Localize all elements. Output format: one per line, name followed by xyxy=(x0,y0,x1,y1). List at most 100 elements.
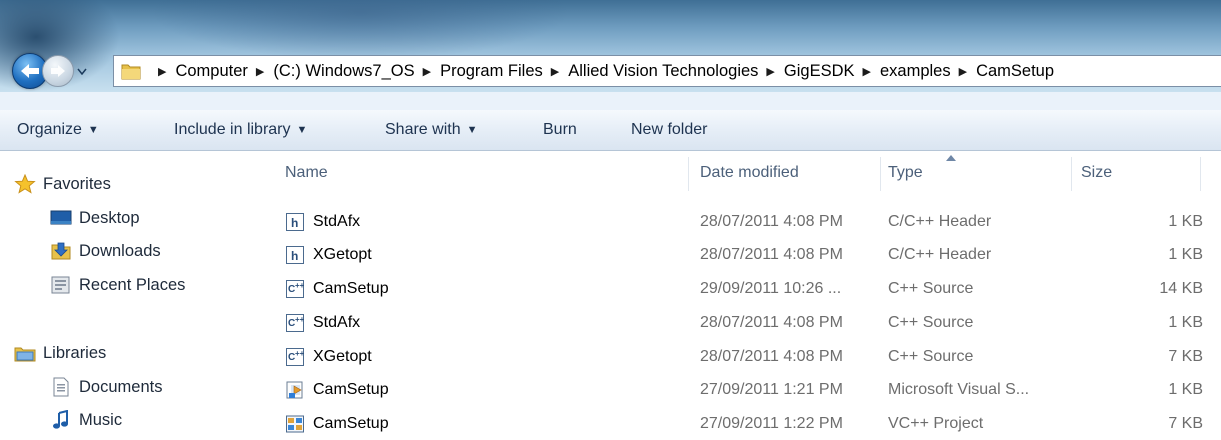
file-size: 1 KB xyxy=(1168,245,1203,263)
file-row[interactable]: C ++ XGetopt 28/07/2011 4:08 PM C++ Sourc… xyxy=(268,340,1221,373)
downloads-folder-icon xyxy=(50,241,72,261)
column-header-name[interactable]: Name xyxy=(285,151,685,195)
nav-downloads-label: Downloads xyxy=(79,241,161,260)
file-row[interactable]: C ++ StdAfx 28/07/2011 4:08 PM C++ Source… xyxy=(268,306,1221,339)
cpp-file-icon: C ++ xyxy=(285,279,305,299)
nav-libraries[interactable]: Libraries xyxy=(14,343,106,363)
file-name-cell: CamSetup xyxy=(285,373,389,406)
file-name-cell: h XGetopt xyxy=(285,238,372,271)
breadcrumb-program-files[interactable]: Program Files xyxy=(440,62,543,81)
file-name: StdAfx xyxy=(313,212,361,230)
file-name: StdAfx xyxy=(313,313,361,331)
breadcrumb-separator-icon[interactable]: ▶ xyxy=(256,65,264,78)
file-date: 28/07/2011 4:08 PM xyxy=(700,347,843,365)
file-name: XGetopt xyxy=(313,245,372,263)
breadcrumb-camsetup[interactable]: CamSetup xyxy=(976,62,1054,81)
breadcrumb-separator-icon[interactable]: ▶ xyxy=(158,65,166,78)
column-header-type[interactable]: Type xyxy=(888,151,1073,195)
nav-documents-label: Documents xyxy=(79,377,163,396)
file-date: 28/07/2011 4:08 PM xyxy=(700,313,843,331)
column-header-size-label: Size xyxy=(1081,164,1113,181)
svg-text:++: ++ xyxy=(295,281,305,290)
file-type: C++ Source xyxy=(888,279,974,297)
breadcrumb-gigesdk[interactable]: GigESDK xyxy=(784,62,855,81)
forward-arrow-icon xyxy=(51,65,65,77)
file-name: CamSetup xyxy=(313,380,389,398)
column-header-size[interactable]: Size xyxy=(1081,151,1201,195)
burn-label: Burn xyxy=(543,121,577,138)
file-name: CamSetup xyxy=(313,414,389,432)
breadcrumb-separator-icon[interactable]: ▶ xyxy=(551,65,559,78)
file-row[interactable]: h XGetopt 28/07/2011 4:08 PM C/C++ Heade… xyxy=(268,238,1221,271)
file-name: CamSetup xyxy=(313,279,389,297)
column-divider[interactable] xyxy=(1071,157,1072,191)
documents-icon xyxy=(50,377,72,397)
file-date: 29/09/2011 10:26 ... xyxy=(700,279,842,297)
address-bar[interactable]: ▶ Computer ▶ (C:) Windows7_OS ▶ Program … xyxy=(113,55,1221,87)
navigation-pane: Favorites Desktop Downloads Recent Place… xyxy=(0,151,268,436)
file-row[interactable]: h StdAfx 28/07/2011 4:08 PM C/C++ Header… xyxy=(268,205,1221,238)
file-row[interactable]: CamSetup 27/09/2011 1:21 PM Microsoft Vi… xyxy=(268,373,1221,406)
folder-icon xyxy=(120,61,142,81)
organize-label: Organize xyxy=(17,121,82,138)
nav-music[interactable]: Music xyxy=(50,409,122,430)
music-note-icon xyxy=(50,409,72,430)
nav-recent-places[interactable]: Recent Places xyxy=(50,275,185,295)
file-type: C++ Source xyxy=(888,313,974,331)
file-type: Microsoft Visual S... xyxy=(888,380,1030,398)
include-in-library-menu[interactable]: Include in library ▼ xyxy=(174,121,307,139)
forward-button[interactable] xyxy=(42,55,74,87)
file-name: XGetopt xyxy=(313,347,372,365)
nav-documents[interactable]: Documents xyxy=(50,377,162,397)
cpp-file-icon: C ++ xyxy=(285,347,305,367)
file-type: C/C++ Header xyxy=(888,212,992,230)
nav-favorites[interactable]: Favorites xyxy=(14,173,111,194)
organize-menu[interactable]: Organize ▼ xyxy=(17,121,99,139)
breadcrumb-computer[interactable]: Computer xyxy=(175,62,247,81)
chevron-down-icon xyxy=(77,68,87,75)
column-divider[interactable] xyxy=(1200,157,1201,191)
file-size: 14 KB xyxy=(1159,279,1203,297)
file-row[interactable]: CamSetup 27/09/2011 1:22 PM VC++ Project… xyxy=(268,407,1221,440)
breadcrumb-separator-icon[interactable]: ▶ xyxy=(766,65,774,78)
share-with-label: Share with xyxy=(385,121,461,138)
file-row[interactable]: C ++ CamSetup 29/09/2011 10:26 ... C++ So… xyxy=(268,272,1221,305)
svg-text:++: ++ xyxy=(295,315,305,324)
breadcrumb-separator-icon[interactable]: ▶ xyxy=(863,65,871,78)
nav-recent-places-label: Recent Places xyxy=(79,275,186,294)
svg-text:h: h xyxy=(291,249,298,263)
breadcrumb-allied-vision[interactable]: Allied Vision Technologies xyxy=(568,62,758,81)
column-divider[interactable] xyxy=(688,157,689,191)
vcproject-file-icon xyxy=(285,414,305,434)
nav-desktop-label: Desktop xyxy=(79,208,140,227)
column-divider[interactable] xyxy=(880,157,881,191)
include-in-library-label: Include in library xyxy=(174,121,291,138)
share-with-menu[interactable]: Share with ▼ xyxy=(385,121,477,139)
column-header-date-label: Date modified xyxy=(700,164,799,181)
breadcrumb-separator-icon[interactable]: ▶ xyxy=(423,65,431,78)
file-name-cell: CamSetup xyxy=(285,407,389,440)
desktop-icon xyxy=(50,208,72,228)
svg-text:h: h xyxy=(291,216,298,230)
new-folder-label: New folder xyxy=(631,121,708,138)
recent-pages-dropdown[interactable] xyxy=(76,64,88,78)
nav-favorites-label: Favorites xyxy=(43,174,111,193)
breadcrumb-examples[interactable]: examples xyxy=(880,62,951,81)
breadcrumb-drive[interactable]: (C:) Windows7_OS xyxy=(273,62,414,81)
window-title-area: ▶ Computer ▶ (C:) Windows7_OS ▶ Program … xyxy=(0,0,1221,92)
file-size: 1 KB xyxy=(1168,212,1203,230)
nav-downloads[interactable]: Downloads xyxy=(50,241,161,261)
chevron-down-icon: ▼ xyxy=(466,124,478,136)
breadcrumb-separator-icon[interactable]: ▶ xyxy=(959,65,967,78)
column-header-date-modified[interactable]: Date modified xyxy=(700,151,880,195)
file-size: 7 KB xyxy=(1168,347,1203,365)
command-bar-divider xyxy=(0,92,1221,110)
header-file-icon: h xyxy=(285,212,305,232)
chevron-down-icon: ▼ xyxy=(87,124,99,136)
nav-desktop[interactable]: Desktop xyxy=(50,208,140,228)
new-folder-button[interactable]: New folder xyxy=(631,121,707,139)
nav-libraries-label: Libraries xyxy=(43,343,107,362)
cpp-file-icon: C ++ xyxy=(285,313,305,333)
header-file-icon: h xyxy=(285,245,305,265)
burn-button[interactable]: Burn xyxy=(543,121,577,139)
